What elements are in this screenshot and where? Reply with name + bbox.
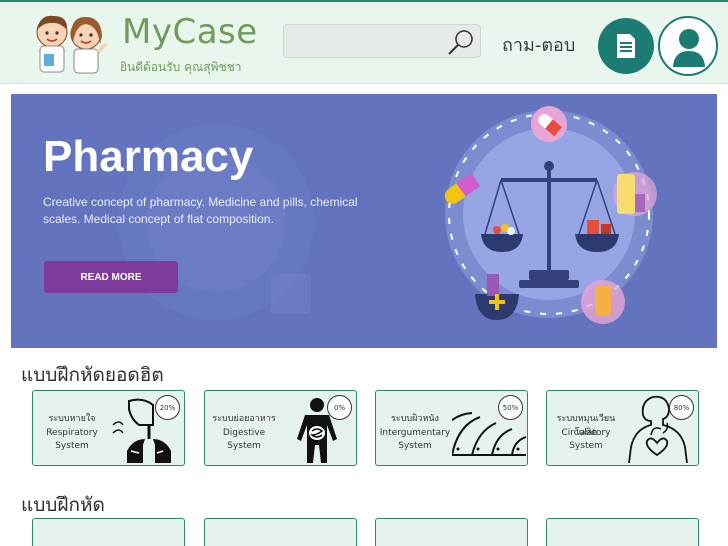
exercise-card[interactable]: [32, 518, 185, 546]
profile-button[interactable]: [658, 16, 718, 76]
mascot-logo-image: [28, 8, 112, 78]
top-header: MyCase ยินดีต้อนรับ คุณสุพิชชา ถาม-ตอบ: [0, 0, 728, 84]
exercise-card-respiratory[interactable]: ระบบหายใจ Respiratory System 20%: [32, 390, 185, 466]
card-english-label: Circulatory System: [561, 428, 611, 451]
banner-description: Creative concept of pharmacy. Medicine a…: [43, 195, 358, 226]
search-input[interactable]: [283, 24, 481, 58]
banner-title: Pharmacy: [43, 132, 254, 181]
brand-title: MyCase: [122, 12, 258, 52]
card-english-label: Digestive System: [222, 428, 266, 451]
card-thai-label: ระบบผิวหนัง: [391, 414, 439, 424]
exercise-card[interactable]: [204, 518, 357, 546]
exercise-card-digestive[interactable]: ระบบย่อยอาหาร Digestive System 0%: [204, 390, 357, 466]
read-more-button[interactable]: READ MORE: [44, 261, 178, 293]
user-icon: [673, 29, 705, 67]
exercise-card-integumentary[interactable]: ระบบผิวหนัง Intergumentary System 50%: [375, 390, 528, 466]
exercises-heading: แบบฝึกหัด: [21, 494, 105, 516]
document-button[interactable]: [598, 18, 654, 74]
promo-banner[interactable]: Pharmacy Creative concept of pharmacy. M…: [11, 94, 717, 348]
progress-badge: 80%: [669, 395, 694, 420]
card-thai-label: ระบบย่อยอาหาร: [212, 414, 276, 424]
welcome-text: ยินดีต้อนรับ คุณสุพิชชา: [120, 60, 242, 74]
search-icon[interactable]: [446, 27, 476, 57]
qa-link[interactable]: ถาม-ตอบ: [502, 30, 575, 59]
card-thai-label: ระบบหายใจ: [48, 414, 96, 424]
pharmacy-scales-illustration: [444, 106, 657, 324]
exercise-card[interactable]: [375, 518, 528, 546]
popular-exercises-heading: แบบฝึกหัดยอดฮิต: [21, 364, 164, 386]
document-icon: [617, 34, 635, 58]
card-english-label: Intergumentary System: [379, 428, 451, 451]
exercise-card[interactable]: [546, 518, 699, 546]
progress-badge: 50%: [498, 395, 523, 420]
card-english-label: Respiratory System: [46, 428, 98, 451]
exercise-card-circulatory[interactable]: ระบบหมุนเวียนโลหิต Circulatory System 80…: [546, 390, 699, 466]
progress-badge: 20%: [155, 395, 180, 420]
progress-badge: 0%: [327, 395, 352, 420]
